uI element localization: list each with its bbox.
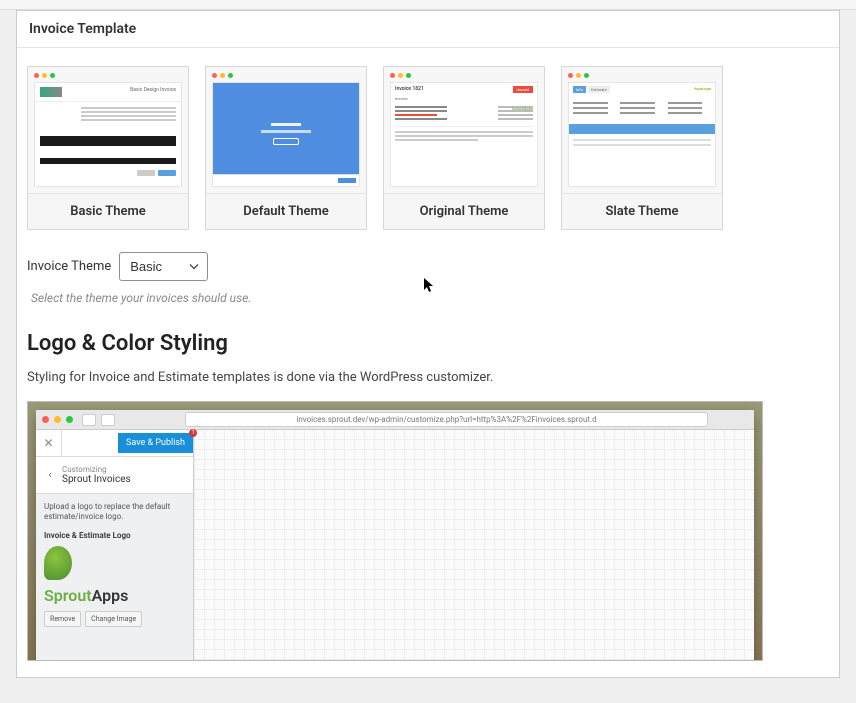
change-image-button: Change Image <box>85 611 142 627</box>
theme-select-label: Invoice Theme <box>27 259 111 274</box>
invoice-template-panel: Invoice Template Basic Design Invoice Ba… <box>16 10 840 678</box>
customizer-save-row: ✕ Save & Publish 1 <box>36 430 193 457</box>
remove-button: Remove <box>44 611 81 627</box>
crumb-title: Sprout Invoices <box>62 474 131 485</box>
customizer-body: ✕ Save & Publish 1 ‹ Customizing <box>36 430 754 661</box>
customizer-screenshot: invoices.sprout.dev/wp-admin/customize.p… <box>27 401 763 661</box>
thumb-preview <box>212 82 360 187</box>
sprout-wordmark: SproutApps <box>44 586 185 605</box>
chevron-left-icon: ‹ <box>44 470 56 481</box>
browser-chrome: invoices.sprout.dev/wp-admin/customize.p… <box>36 410 754 430</box>
window-dots-icon <box>390 73 538 78</box>
customizer-breadcrumb: ‹ Customizing Sprout Invoices <box>36 457 193 494</box>
upload-desc: Upload a logo to replace the default est… <box>44 502 185 523</box>
theme-thumb-slate: InfoEstimate YourLogo <box>562 67 722 193</box>
theme-select[interactable]: BasicDefaultOriginalSlate <box>119 252 208 281</box>
styling-heading: Logo & Color Styling <box>27 331 829 356</box>
close-icon: ✕ <box>36 430 62 456</box>
theme-label: Slate Theme <box>562 193 722 229</box>
window-dots-icon <box>568 73 716 78</box>
theme-label: Original Theme <box>384 193 544 229</box>
leaf-icon <box>44 546 72 580</box>
customizer-content: Upload a logo to replace the default est… <box>36 494 193 635</box>
theme-gallery: Basic Design Invoice Basic Theme <box>17 66 839 230</box>
min-dot-icon <box>54 416 61 423</box>
styling-section: Logo & Color Styling Styling for Invoice… <box>17 305 839 661</box>
theme-card-slate[interactable]: InfoEstimate YourLogo Slate Theme <box>561 66 723 230</box>
top-bar <box>0 0 856 10</box>
sprout-logo <box>44 546 185 580</box>
browser-window: invoices.sprout.dev/wp-admin/customize.p… <box>36 410 754 661</box>
thumb-preview: Basic Design Invoice <box>34 82 182 187</box>
crumb-top: Customizing <box>62 465 107 474</box>
url-bar: invoices.sprout.dev/wp-admin/customize.p… <box>185 412 708 427</box>
window-dots-icon <box>34 73 182 78</box>
max-dot-icon <box>66 416 73 423</box>
panel-body: Basic Design Invoice Basic Theme <box>17 48 839 677</box>
customizer-preview <box>194 430 754 661</box>
window-dots-icon <box>212 73 360 78</box>
thumb-preview: InfoEstimate YourLogo <box>568 82 716 187</box>
theme-thumb-default <box>206 67 366 193</box>
theme-thumb-basic: Basic Design Invoice <box>28 67 188 193</box>
logo-label: Invoice & Estimate Logo <box>44 531 185 540</box>
theme-card-basic[interactable]: Basic Design Invoice Basic Theme <box>27 66 189 230</box>
thumb-preview: Invoice 1821Unpaid Invoice SproutApps <box>390 82 538 187</box>
forward-button-icon <box>101 414 115 426</box>
save-publish-button: Save & Publish 1 <box>118 433 193 453</box>
panel-title: Invoice Template <box>29 21 136 37</box>
theme-thumb-original: Invoice 1821Unpaid Invoice SproutApps <box>384 67 544 193</box>
back-button-icon <box>82 414 96 426</box>
theme-label: Default Theme <box>206 193 366 229</box>
theme-select-wrap: BasicDefaultOriginalSlate <box>119 252 208 281</box>
panel-header: Invoice Template <box>17 11 839 48</box>
customizer-sidebar: ✕ Save & Publish 1 ‹ Customizing <box>36 430 194 661</box>
styling-desc: Styling for Invoice and Estimate templat… <box>27 370 829 385</box>
theme-label: Basic Theme <box>28 193 188 229</box>
theme-card-original[interactable]: Invoice 1821Unpaid Invoice SproutApps Or… <box>383 66 545 230</box>
theme-select-help: Select the theme your invoices should us… <box>17 281 839 305</box>
badge-icon: 1 <box>189 429 197 437</box>
theme-select-row: Invoice Theme BasicDefaultOriginalSlate <box>17 230 839 281</box>
close-dot-icon <box>42 416 49 423</box>
theme-card-default[interactable]: Default Theme <box>205 66 367 230</box>
